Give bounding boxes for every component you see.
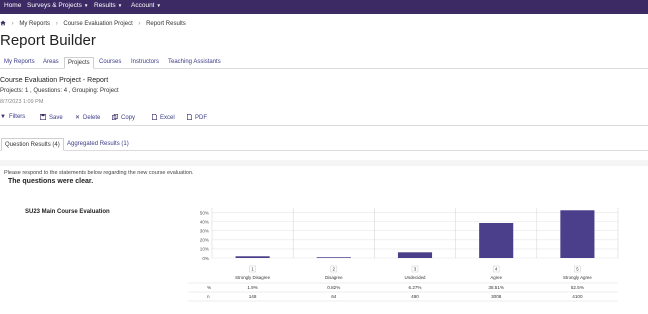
caret-down-icon: ▼ — [117, 3, 123, 8]
report-meta: Projects: 1 , Questions: 4 , Grouping: P… — [0, 88, 119, 94]
pdf-button[interactable]: PDF — [187, 114, 207, 121]
excel-file-icon — [152, 114, 157, 120]
count-data-label: 490 — [411, 294, 419, 299]
bar — [316, 257, 351, 258]
report-toolbar: ▼ Filters Save ✕ Delete Copy Excel PDF — [0, 111, 648, 126]
tab-areas[interactable]: Areas — [43, 59, 59, 65]
copy-label: Copy — [121, 115, 136, 121]
question-instruction: Please respond to the statements below r… — [4, 170, 194, 176]
breadcrumb-separator: › — [138, 21, 141, 27]
nav-surveys-projects[interactable]: Surveys & Projects ▼ — [27, 2, 88, 9]
close-icon: ✕ — [75, 115, 81, 121]
percent-row-label: % — [207, 285, 211, 290]
x-tick-label: Disagree — [325, 275, 343, 280]
nav-home[interactable]: Home — [4, 2, 21, 9]
delete-label: Delete — [83, 115, 101, 121]
bar — [235, 256, 270, 258]
save-icon — [40, 114, 46, 120]
tab-projects[interactable]: Projects — [64, 57, 94, 69]
caret-down-icon: ▼ — [156, 3, 161, 8]
save-button[interactable]: Save — [40, 114, 63, 121]
excel-button[interactable]: Excel — [152, 114, 175, 121]
section-divider — [0, 160, 648, 166]
bar — [397, 252, 433, 258]
y-tick-label: 0% — [202, 256, 209, 261]
x-tick-label: Strongly Agree — [563, 275, 592, 280]
percent-data-label: 38.51% — [488, 285, 504, 290]
delete-button[interactable]: ✕ Delete — [75, 114, 100, 121]
report-tabs: My Reports Areas Projects Courses Instru… — [0, 57, 648, 69]
count-data-label: 4100 — [572, 294, 583, 299]
filter-icon: ▼ — [0, 114, 6, 120]
pdf-label: PDF — [195, 115, 207, 121]
caret-down-icon: ▼ — [83, 3, 89, 8]
percent-data-label: 52.5% — [571, 285, 584, 290]
tab-aggregated-results[interactable]: Aggregated Results (1) — [67, 141, 129, 147]
percent-data-label: 0.82% — [327, 285, 340, 290]
filters-label: Filters — [8, 114, 26, 120]
home-icon[interactable] — [0, 20, 6, 26]
nav-results[interactable]: Results ▼ — [94, 2, 122, 9]
count-row-label: n — [207, 294, 210, 299]
y-tick-label: 40% — [200, 219, 209, 224]
x-tick-label: Undecided — [405, 275, 427, 280]
top-nav-bar: Home Surveys & Projects ▼ Results ▼ Accoun… — [0, 0, 648, 14]
tab-question-results[interactable]: Question Results (4) — [1, 138, 64, 151]
breadcrumb-separator: › — [11, 21, 14, 27]
bar — [479, 222, 514, 258]
nav-results-label: Results — [94, 2, 116, 9]
nav-account[interactable]: Account ▼ — [131, 2, 161, 9]
copy-icon — [112, 114, 118, 120]
breadcrumb-my-reports[interactable]: My Reports — [19, 21, 50, 27]
count-data-label: 64 — [331, 294, 337, 299]
y-tick-label: 50% — [200, 210, 209, 215]
breadcrumb-report-results: Report Results — [146, 21, 186, 27]
count-data-label: 3008 — [491, 294, 502, 299]
x-tick-label: Agree — [490, 275, 502, 280]
question-text: The questions were clear. — [8, 178, 94, 185]
y-tick-label: 10% — [200, 247, 209, 252]
pdf-file-icon — [187, 114, 192, 120]
y-tick-label: 20% — [200, 238, 209, 243]
page-title: Report Builder — [0, 32, 96, 49]
count-data-label: 148 — [249, 294, 257, 299]
nav-surveys-projects-label: Surveys & Projects — [27, 2, 82, 9]
percent-data-label: 1.9% — [247, 285, 257, 290]
percent-data-label: 6.27% — [408, 285, 421, 290]
survey-title: SU23 Main Course Evaluation — [25, 209, 110, 215]
copy-button[interactable]: Copy — [112, 114, 135, 121]
bar — [560, 210, 595, 258]
breadcrumb-course-evaluation-project[interactable]: Course Evaluation Project — [63, 21, 132, 27]
tab-courses[interactable]: Courses — [99, 59, 121, 65]
breadcrumb: › My Reports › Course Evaluation Project… — [0, 20, 186, 27]
breadcrumb-separator: › — [55, 21, 58, 27]
x-tick-label: Strongly Disagree — [235, 275, 270, 280]
tab-instructors[interactable]: Instructors — [131, 59, 159, 65]
tab-teaching-assistants[interactable]: Teaching Assistants — [168, 59, 221, 65]
results-tabs: Question Results (4) Aggregated Results … — [0, 138, 648, 151]
nav-account-label: Account — [131, 2, 155, 9]
tab-my-reports[interactable]: My Reports — [4, 59, 35, 65]
report-title: Course Evaluation Project - Report — [0, 77, 109, 84]
y-tick-label: 30% — [200, 229, 209, 234]
excel-label: Excel — [160, 115, 175, 121]
filters-button[interactable]: ▼ Filters — [0, 114, 25, 120]
report-date: 8/7/2023 1:09 PM — [0, 99, 44, 105]
save-label: Save — [49, 115, 63, 121]
results-bar-chart: 0%10%20%30%40%50%1Strongly Disagree2Disa… — [188, 208, 619, 302]
